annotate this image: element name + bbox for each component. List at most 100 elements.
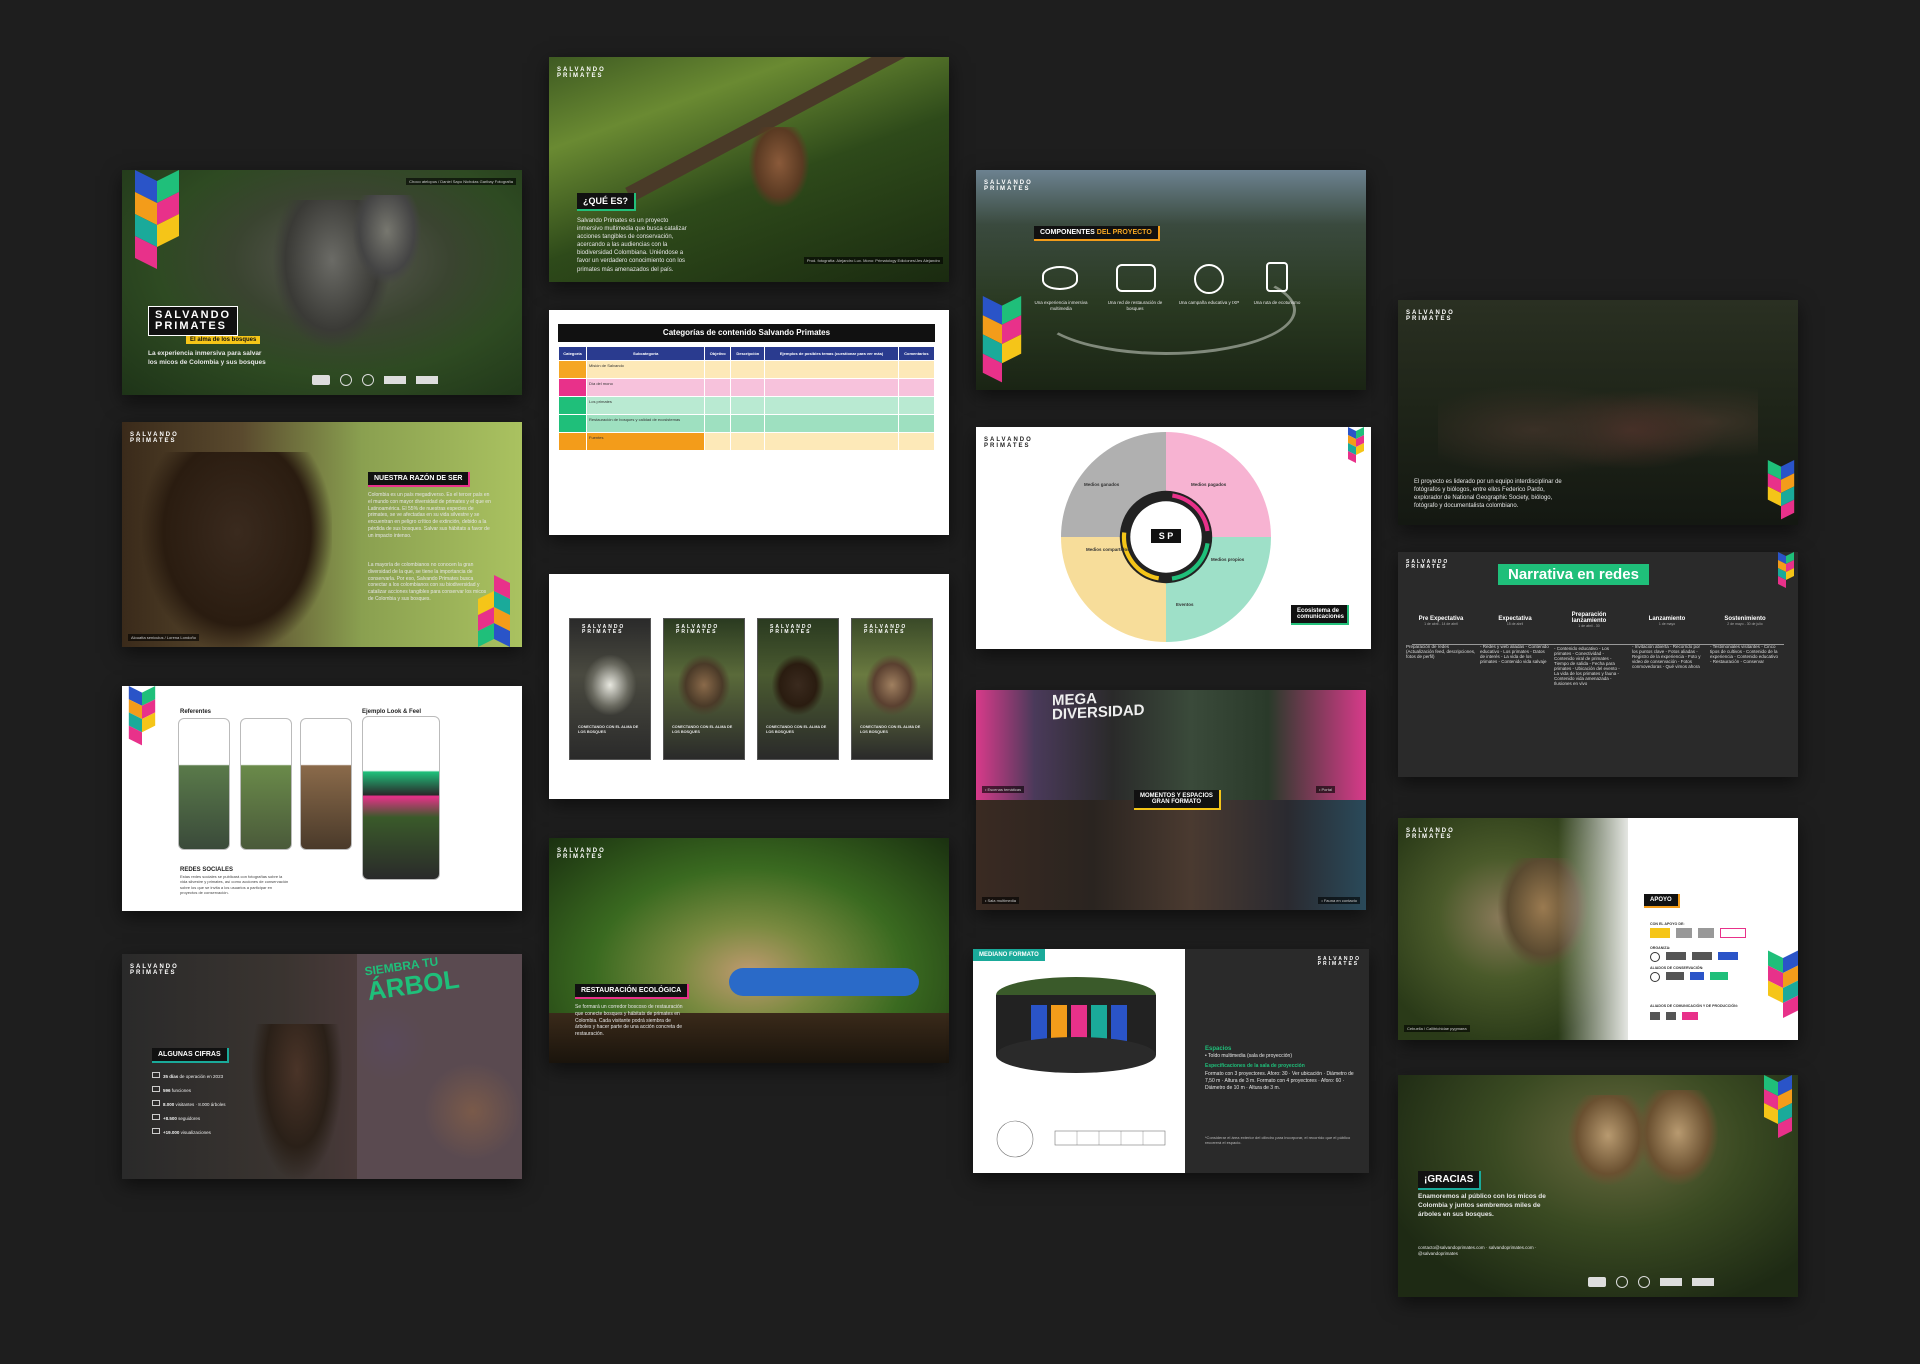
brand-logo: SALVANDO PRIMATES	[148, 306, 239, 336]
slide-mediano-formato[interactable]: SALVANDO PRIMATES MEDIANO FORMATO Espacio…	[973, 949, 1369, 1173]
monkey-silhouette	[749, 127, 809, 207]
component-label: Una experiencia inmersiva multimedia	[1034, 300, 1088, 312]
slide-componentes[interactable]: SALVANDO PRIMATES COMPONENTES DEL PROYECT…	[976, 170, 1366, 390]
column-label: Ejemplo Look & Feel	[362, 709, 422, 715]
photo-credit: Alouatta seniculus / Lorena Londoño	[128, 634, 199, 641]
brand-logo: SALVANDO PRIMATES	[984, 437, 1033, 449]
brand-logo: SALVANDO PRIMATES	[984, 180, 1033, 192]
component-icon	[1266, 262, 1288, 292]
slide-razon-de-ser[interactable]: SALVANDO PRIMATES NUESTRA RAZÓN DE SER Co…	[122, 422, 522, 647]
support-group-label: ALIADOS DE COMUNICACIÓN Y DE PRODUCCIÓN:	[1650, 1004, 1738, 1008]
slide-momentos[interactable]: MEGA DIVERSIDAD MOMENTOS Y ESPACIOS GRAN…	[976, 690, 1366, 910]
monkey-silhouette	[772, 655, 824, 715]
slide-que-es[interactable]: SALVANDO PRIMATES ¿QUÉ ES? Salvando Prima…	[549, 57, 949, 282]
brand-cubes	[122, 686, 162, 752]
poster: SALVANDO PRIMATES CONECTANDO CON EL ALMA …	[569, 618, 651, 760]
partner-logos	[1650, 952, 1760, 962]
timeline-phase: Sostenimiento 2 de mayo - 30 de julio - …	[1710, 616, 1779, 664]
phone-mockup	[178, 718, 230, 850]
slide-equipo[interactable]: SALVANDO PRIMATES El proyecto es liderado…	[1398, 300, 1798, 525]
partner-logos	[1650, 1012, 1760, 1020]
column-header: Objetivo	[704, 346, 732, 361]
support-group-label: ORGANIZA:	[1650, 946, 1671, 950]
component-icon	[1042, 266, 1078, 290]
component-label: Una campaña educativa y IXP	[1178, 300, 1240, 305]
cover-description: La experiencia inmersiva para salvar los…	[148, 350, 266, 366]
slide-narrativa[interactable]: SALVANDO PRIMATES Narrativa en redes Pre …	[1398, 552, 1798, 777]
photo-credit: Prod. fotografía: Alejandro Lux. Mono: P…	[803, 257, 943, 264]
table-title-bar: Categorías de contenido Salvando Primate…	[558, 324, 935, 342]
format-label: MEDIANO FORMATO	[973, 949, 1045, 961]
timeline-phase: Expectativa 15 de abril - Redes y web al…	[1480, 616, 1549, 664]
stat-item: 596 funciones	[152, 1084, 252, 1098]
spec-title: Especificaciones de la sala de proyecció…	[1205, 1063, 1305, 1069]
slide-restauracion[interactable]: SALVANDO PRIMATES RESTAURACIÓN ECOLÓGICA …	[549, 838, 949, 1063]
slide-posters[interactable]: SALVANDO PRIMATES CONECTANDO CON EL ALMA …	[549, 574, 949, 799]
stat-item: +8.500 seguidores	[152, 1112, 252, 1126]
slide-redes-sociales[interactable]: Referentes Ejemplo Look & Feel REDES SOC…	[122, 686, 522, 911]
photo-credit: Cebuella / Callitrichidae pygmaea	[1404, 1025, 1470, 1032]
wheel-segment-label: Medios pagados	[1191, 482, 1227, 487]
team-body: El proyecto es liderado por un equipo in…	[1414, 479, 1562, 510]
wheel-segment-label: Medios propios	[1211, 557, 1245, 562]
slide-cover[interactable]: Choco atelopus / Daniel Sapo Nicholas Ga…	[122, 170, 522, 395]
photo-credit: Choco atelopus / Daniel Sapo Nicholas Ga…	[406, 178, 516, 185]
brand-cubes	[976, 296, 1028, 390]
spec-title: Espacios	[1205, 1046, 1232, 1052]
monkey-silhouette	[1568, 1095, 1648, 1185]
spec-item: • Toldo multimedia (sala de proyección)	[1205, 1053, 1292, 1059]
column-header: Categoría	[558, 346, 587, 361]
wheel-center-mark: S P	[1151, 529, 1181, 543]
component-label: Una red de restauración de bosques	[1107, 300, 1163, 312]
column-header: Comentarios	[897, 346, 936, 361]
section-body: Estas redes sociales se publicará con fo…	[180, 874, 289, 896]
component-label: Una ruta de ecoturismo	[1253, 300, 1301, 305]
section-heading: ¿QUÉ ES?	[577, 193, 637, 211]
brand-logo: SALVANDO PRIMATES	[557, 848, 606, 860]
brand-logo: SALVANDO PRIMATES	[130, 964, 179, 976]
stat-item: 8.000 visitantes · 8.000 árboles	[152, 1098, 252, 1112]
wall-text: MEGA DIVERSIDAD	[1052, 690, 1145, 724]
photo-caption: • Portal	[1316, 786, 1335, 793]
poster: SALVANDO PRIMATES CONECTANDO CON EL ALMA …	[663, 618, 745, 760]
column-header: Ejemplos de posibles temas (cuestionar p…	[764, 346, 899, 361]
restauracion-body: Se formará un corredor boscoso de restau…	[575, 1004, 683, 1037]
monkey-silhouette	[352, 195, 422, 285]
slide-cifras[interactable]: SIEMBRA TU ÁRBOL SALVANDO PRIMATES ALGUNA…	[122, 954, 522, 1179]
categories-table: Categoría Subcategoría Objetivo Descripc…	[558, 346, 936, 451]
section-heading: MOMENTOS Y ESPACIOS GRAN FORMATO	[1134, 790, 1221, 810]
table-row: Día del mono	[558, 378, 936, 397]
visitor-photo	[252, 1024, 342, 1179]
phone-mockup	[362, 716, 440, 880]
tagline: El alma de los bosques	[186, 336, 261, 344]
brand-logo: SALVANDO PRIMATES	[1406, 828, 1455, 840]
partner-logos	[312, 373, 512, 387]
stat-item: 35 días de operación en 2023	[152, 1070, 252, 1084]
timeline-phase: Pre Expectativa 1 de abril - 14 de abril…	[1406, 616, 1476, 659]
section-heading: NUESTRA RAZÓN DE SER	[368, 472, 471, 487]
wheel-segment-label: Medios ganados	[1084, 482, 1120, 487]
monkey-silhouette	[678, 655, 730, 715]
poster: SALVANDO PRIMATES CONECTANDO CON EL ALMA …	[851, 618, 933, 760]
poster: SALVANDO PRIMATES CONECTANDO CON EL ALMA …	[757, 618, 839, 760]
slide-apoyo[interactable]: SALVANDO PRIMATES APOYO CON EL APOYO DE: …	[1398, 818, 1798, 1040]
gracias-body: Enamoremos al público con los micos de C…	[1418, 1193, 1546, 1218]
table-row: Restauración de bosques y calidad de eco…	[558, 414, 936, 433]
photo-caption: • Fauna en contacto	[1318, 897, 1360, 904]
slide-categorias[interactable]: Categorías de contenido Salvando Primate…	[549, 310, 949, 535]
slide-ecosistema[interactable]: SALVANDO PRIMATES S P Medios ganados Medi…	[976, 427, 1371, 649]
table-row: Fuentes	[558, 432, 936, 451]
support-group-label: ALIADOS DE CONSERVACIÓN:	[1650, 966, 1704, 970]
partner-logos	[1650, 928, 1760, 938]
brand-cubes	[466, 567, 522, 647]
section-heading: Ecosistema de comunicaciones	[1291, 605, 1349, 625]
que-es-body: Salvando Primates es un proyecto inmersi…	[577, 218, 687, 273]
partner-logos	[1588, 1275, 1788, 1289]
floor-plan	[996, 1120, 1166, 1158]
monkey-silhouette	[584, 655, 636, 715]
section-heading: ALGUNAS CIFRAS	[152, 1048, 229, 1063]
component-icon	[1194, 264, 1224, 294]
stat-item: +19.000 visualizaciones	[152, 1126, 252, 1140]
slide-gracias[interactable]: ¡GRACIAS Enamoremos al público con los m…	[1398, 1075, 1798, 1297]
narrativa-title: Narrativa en redes	[1498, 564, 1649, 585]
